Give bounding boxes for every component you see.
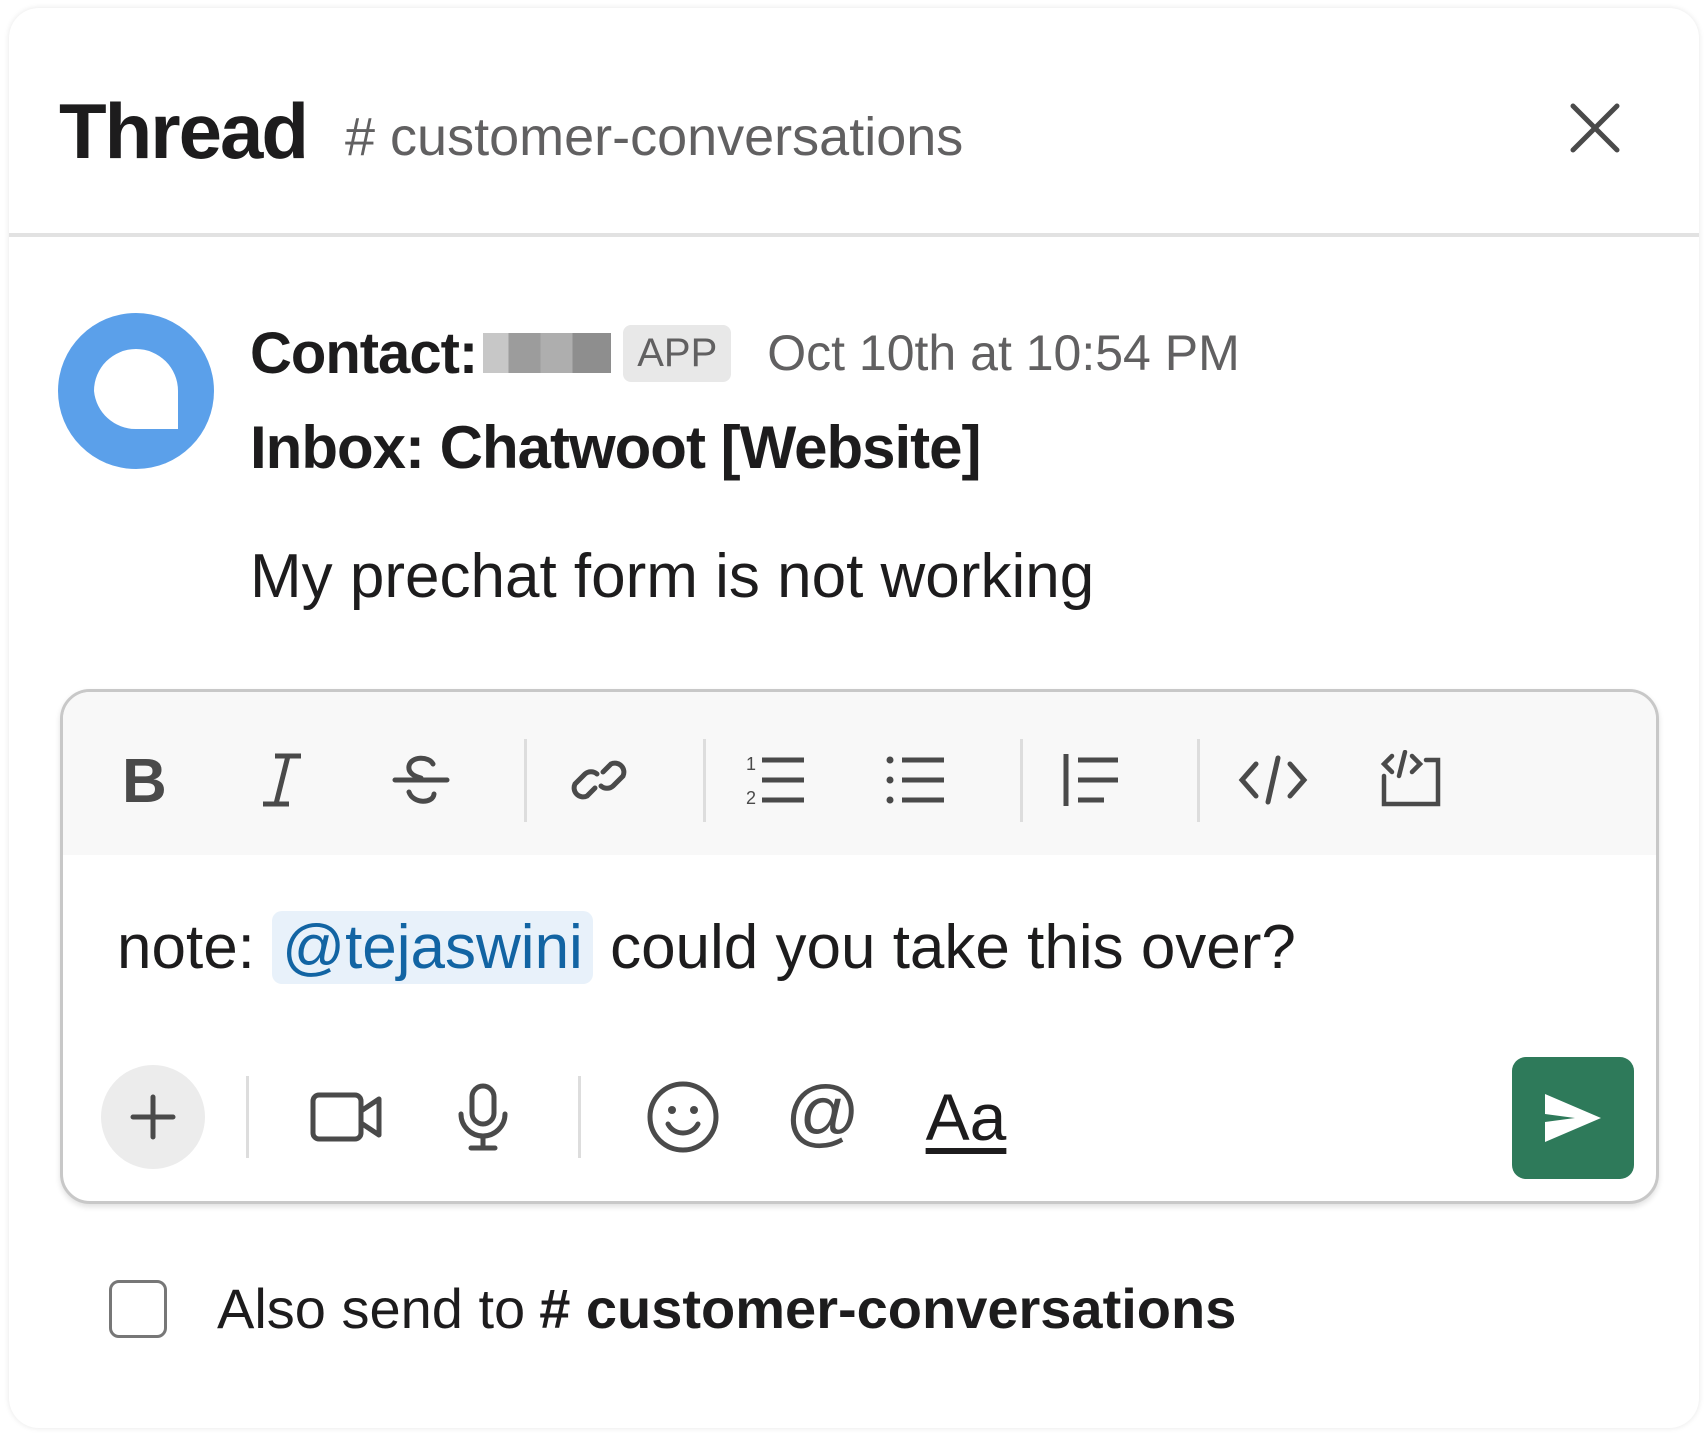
thread-title: Thread <box>59 87 309 175</box>
message-input[interactable]: note: @tejaswini could you take this ove… <box>117 911 1296 984</box>
thread-panel: Thread # customer-conversations Contact:… <box>9 8 1699 1428</box>
also-send-channel: # customer-conversations <box>539 1277 1237 1340</box>
toolbar-separator <box>246 1076 249 1158</box>
svg-text:1: 1 <box>746 754 756 774</box>
emoji-button[interactable] <box>643 1077 723 1157</box>
message-header: Contact: APP Oct 10th at 10:54 PM <box>250 318 1240 388</box>
toolbar-separator <box>1197 739 1200 822</box>
send-icon <box>1545 1094 1601 1142</box>
toolbar-separator <box>524 739 527 822</box>
input-text-prefix: note: <box>117 913 273 982</box>
inbox-line: Inbox: Chatwoot [Website] <box>250 414 982 481</box>
contact-label[interactable]: Contact: <box>250 320 478 387</box>
code-block-button[interactable] <box>1375 744 1447 816</box>
strikethrough-icon <box>392 755 450 804</box>
input-text-suffix: could you take this over? <box>592 913 1296 982</box>
channel-link[interactable]: # customer-conversations <box>345 106 963 168</box>
video-button[interactable] <box>306 1077 386 1157</box>
italic-icon <box>263 753 301 807</box>
ordered-list-icon: 12 <box>746 754 804 808</box>
formatting-toolbar: B 12 <box>63 692 1656 855</box>
bold-icon: B <box>122 752 167 808</box>
attach-button[interactable] <box>101 1065 205 1169</box>
microphone-icon <box>458 1083 508 1151</box>
formatting-toggle-button[interactable]: Aa <box>916 1077 1016 1157</box>
italic-button[interactable] <box>246 744 318 816</box>
strikethrough-button[interactable] <box>385 744 457 816</box>
message-composer[interactable]: B 12 note: @tejaswini could you take thi… <box>60 689 1659 1204</box>
redacted-contact-name <box>483 333 612 373</box>
also-send-row: Also send to # customer-conversations <box>109 1276 1236 1341</box>
svg-text:B: B <box>122 752 167 808</box>
emoji-icon <box>647 1081 719 1153</box>
link-button[interactable] <box>563 744 635 816</box>
toolbar-separator <box>703 739 706 822</box>
mention-button[interactable]: @ <box>782 1077 862 1157</box>
link-icon <box>571 760 627 800</box>
toolbar-separator <box>578 1076 581 1158</box>
code-block-icon <box>1380 750 1441 807</box>
audio-button[interactable] <box>443 1077 523 1157</box>
message-timestamp[interactable]: Oct 10th at 10:54 PM <box>767 324 1240 382</box>
thread-header: Thread # customer-conversations <box>9 8 1699 237</box>
send-button[interactable] <box>1512 1057 1634 1179</box>
formatting-label: Aa <box>925 1080 1007 1154</box>
ordered-list-button[interactable]: 12 <box>740 744 812 816</box>
bulleted-list-icon <box>886 756 944 804</box>
also-send-label: Also send to <box>217 1277 526 1340</box>
svg-text:@: @ <box>785 1080 859 1154</box>
blockquote-button[interactable] <box>1056 744 1128 816</box>
blockquote-icon <box>1063 754 1118 806</box>
chatwoot-logo-icon <box>58 313 214 469</box>
avatar[interactable] <box>58 313 214 469</box>
code-button[interactable] <box>1237 744 1309 816</box>
mention-chip[interactable]: @tejaswini <box>272 911 593 984</box>
close-icon <box>1570 103 1620 153</box>
bold-button[interactable]: B <box>107 744 179 816</box>
svg-text:2: 2 <box>746 788 756 808</box>
message-body: My prechat form is not working <box>250 542 1095 611</box>
video-icon <box>310 1092 382 1142</box>
toolbar-separator <box>1020 739 1023 822</box>
close-button[interactable] <box>1565 98 1625 158</box>
bulleted-list-button[interactable] <box>880 744 952 816</box>
plus-icon <box>130 1094 176 1140</box>
at-icon: @ <box>785 1080 859 1154</box>
code-icon <box>1238 755 1308 805</box>
also-send-checkbox[interactable] <box>109 1279 167 1338</box>
app-badge: APP <box>623 324 732 382</box>
